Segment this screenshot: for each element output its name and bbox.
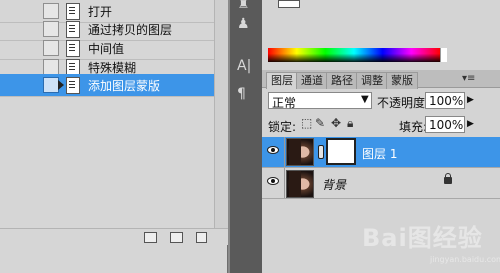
layer-lock-icon — [444, 173, 452, 184]
history-bottom-bar — [0, 228, 228, 245]
tab-layers[interactable]: 图层 — [266, 72, 298, 89]
chevron-down-icon: ▼ — [361, 94, 369, 105]
visibility-toggle[interactable] — [262, 168, 285, 198]
brush-preset-icon[interactable]: ♜ — [237, 0, 250, 12]
opacity-dropdown-icon[interactable]: ▶ — [467, 95, 474, 105]
eye-icon — [267, 146, 279, 154]
layer-thumbnail — [286, 138, 314, 166]
history-state-checkbox[interactable] — [43, 21, 59, 37]
eye-icon — [267, 177, 279, 185]
character-icon[interactable]: A| — [237, 58, 251, 74]
lock-all-icon[interactable]: 🔒︎ — [347, 116, 353, 131]
opacity-value: 100% — [429, 94, 464, 108]
layer-mask-thumbnail[interactable] — [326, 138, 356, 165]
history-item-label: 通过拷贝的图层 — [88, 23, 173, 37]
tab-adjustments[interactable]: 调整 — [356, 72, 388, 89]
layer-name[interactable]: 背景 — [322, 176, 346, 193]
tab-paths[interactable]: 路径 — [326, 72, 358, 89]
fill-dropdown-icon[interactable]: ▶ — [467, 119, 474, 129]
paragraph-icon[interactable]: ¶ — [237, 86, 246, 102]
history-state-checkbox[interactable] — [43, 40, 59, 56]
fill-label: 填充: — [399, 120, 428, 134]
opacity-label: 不透明度: — [377, 96, 430, 110]
layer-thumbnail — [286, 170, 314, 198]
trash-icon[interactable] — [196, 232, 207, 243]
layer-name[interactable]: 图层 1 — [362, 145, 397, 162]
history-item-selected[interactable]: 添加图层蒙版 — [0, 74, 214, 97]
white-swatch[interactable] — [440, 48, 447, 62]
history-state-icon — [66, 21, 80, 38]
tab-masks[interactable]: 蒙版 — [386, 72, 418, 89]
panel-dock-strip: ♜ ♟ A| ¶ — [230, 0, 262, 273]
mask-link-icon[interactable] — [318, 145, 324, 159]
history-state-checkbox[interactable] — [43, 77, 59, 93]
history-state-icon — [66, 77, 80, 94]
visibility-toggle[interactable] — [262, 137, 285, 167]
tab-channels[interactable]: 通道 — [296, 72, 328, 89]
history-state-checkbox[interactable] — [43, 59, 59, 75]
history-state-marker-icon — [58, 80, 64, 90]
watermark-url: jingyan.baidu.com — [430, 255, 500, 264]
blend-mode-value: 正常 — [272, 96, 297, 110]
lock-position-icon[interactable]: ✥ — [331, 116, 341, 130]
new-snapshot-icon[interactable] — [170, 232, 183, 243]
history-scrollbar[interactable] — [214, 0, 228, 245]
layer-row[interactable] — [262, 167, 500, 199]
color-spectrum-bar[interactable] — [268, 48, 440, 62]
foreground-color-swatch[interactable] — [278, 0, 300, 8]
history-item-label: 中间值 — [88, 42, 125, 56]
lock-transparent-pixels-icon[interactable]: ⬚ — [301, 116, 312, 130]
watermark-logo: Bai图经验 — [362, 224, 483, 252]
lock-label: 锁定: — [268, 120, 297, 134]
panel-menu-icon[interactable]: ▾≡ — [462, 73, 475, 84]
clone-source-icon[interactable]: ♟ — [237, 16, 250, 32]
history-state-icon — [66, 40, 80, 57]
fill-value: 100% — [429, 118, 464, 132]
history-state-checkbox[interactable] — [43, 3, 59, 19]
history-item-label: 添加图层蒙版 — [88, 79, 161, 93]
lock-image-pixels-icon[interactable]: ✎ — [315, 116, 325, 130]
new-document-from-state-icon[interactable] — [144, 232, 157, 243]
